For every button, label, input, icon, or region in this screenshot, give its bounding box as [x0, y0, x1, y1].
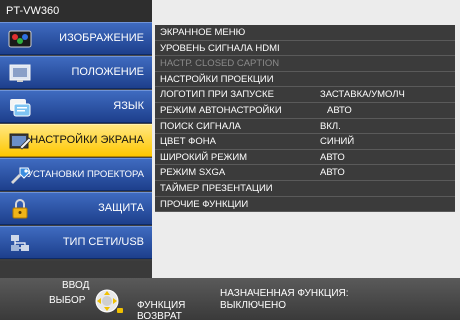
row-label: ПОИСК СИГНАЛА	[160, 120, 241, 132]
sidebar-item-display-settings[interactable]: НАСТРОЙКИ ЭКРАНА	[0, 124, 152, 157]
submenu-row-other-functions[interactable]: ПРОЧИЕ ФУНКЦИИ	[155, 197, 455, 213]
sidebar-item-label: УСТАНОВКИ ПРОЕКТОРА	[26, 169, 144, 180]
network-icon	[8, 232, 32, 254]
sidebar-item-network-usb[interactable]: ТИП СЕТИ/USB	[0, 226, 152, 259]
select-hint: ВЫБОР	[49, 295, 86, 306]
submenu-row-hdmi-signal-level[interactable]: УРОВЕНЬ СИГНАЛА HDMI	[155, 41, 455, 57]
row-value: ВКЛ.	[320, 120, 341, 132]
function-hint: ФУНКЦИЯ	[137, 300, 186, 311]
submenu-row-closed-caption: НАСТР. CLOSED CAPTION	[155, 56, 455, 72]
row-value: АВТО	[320, 151, 345, 163]
row-value: ЗАСТАВКА/УМОЛЧ	[320, 89, 405, 101]
sidebar-item-label: ТИП СЕТИ/USB	[62, 236, 144, 248]
submenu-row-sxga-mode[interactable]: РЕЖИМ SXGA АВТО	[155, 165, 455, 181]
row-label: НАСТР. CLOSED CAPTION	[160, 58, 280, 70]
submenu-row-startup-logo[interactable]: ЛОГОТИП ПРИ ЗАПУСКЕ ЗАСТАВКА/УМОЛЧ	[155, 87, 455, 103]
sidebar-spacer	[0, 261, 152, 278]
display-settings-submenu: ЭКРАННОЕ МЕНЮ УРОВЕНЬ СИГНАЛА HDMI НАСТР…	[155, 25, 455, 213]
row-label: ТАЙМЕР ПРЕЗЕНТАЦИИ	[160, 182, 273, 194]
sidebar-item-picture[interactable]: ИЗОБРАЖЕНИЕ	[0, 22, 152, 55]
projector-osd-screen: PT-VW360 ИЗОБРАЖЕНИЕ ПОЛОЖЕНИЕ ЯЗЫК НАСТ…	[0, 0, 460, 322]
sidebar-item-position[interactable]: ПОЛОЖЕНИЕ	[0, 56, 152, 89]
row-label: НАСТРОЙКИ ПРОЕКЦИИ	[160, 73, 274, 85]
navigation-pad-icon	[93, 287, 129, 317]
language-icon	[8, 96, 32, 118]
submenu-row-background-color[interactable]: ЦВЕТ ФОНА СИНИЙ	[155, 134, 455, 150]
model-name: PT-VW360	[0, 0, 152, 22]
submenu-row-onscreen-menu[interactable]: ЭКРАННОЕ МЕНЮ	[155, 25, 455, 41]
sidebar-item-language[interactable]: ЯЗЫК	[0, 90, 152, 123]
row-label: ЛОГОТИП ПРИ ЗАПУСКЕ	[160, 89, 274, 101]
assigned-function-value: ВЫКЛЮЧЕНО	[220, 300, 287, 311]
row-label: РЕЖИМ АВТОНАСТРОЙКИ	[160, 104, 282, 116]
row-value: АВТО	[320, 167, 345, 179]
submenu-row-signal-search[interactable]: ПОИСК СИГНАЛА ВКЛ.	[155, 119, 455, 135]
submenu-panel: ЭКРАННОЕ МЕНЮ УРОВЕНЬ СИГНАЛА HDMI НАСТР…	[152, 0, 460, 278]
row-value: АВТО	[327, 104, 352, 116]
submenu-row-presentation-timer[interactable]: ТАЙМЕР ПРЕЗЕНТАЦИИ	[155, 181, 455, 197]
sidebar-item-label: ПОЛОЖЕНИЕ	[71, 66, 144, 78]
picture-icon	[8, 28, 32, 50]
submenu-row-wide-mode[interactable]: ШИРОКИЙ РЕЖИМ АВТО	[155, 150, 455, 166]
submenu-row-projection-settings[interactable]: НАСТРОЙКИ ПРОЕКЦИИ	[155, 72, 455, 88]
row-label: РЕЖИМ SXGA	[160, 167, 226, 179]
lock-icon	[8, 198, 32, 220]
submenu-row-auto-setup-mode[interactable]: РЕЖИМ АВТОНАСТРОЙКИ АВТО	[155, 103, 455, 119]
row-label: ПРОЧИЕ ФУНКЦИИ	[160, 198, 249, 210]
sidebar-item-label: ЗАЩИТА	[98, 202, 144, 214]
enter-hint: ВВОД	[62, 280, 90, 291]
display-settings-icon	[8, 130, 32, 152]
button-guide-bar: ВВОД ВЫБОР ФУНКЦИЯ ВОЗВРАТ НАЗНАЧЕННАЯ Ф…	[0, 278, 460, 322]
sidebar-item-label: НАСТРОЙКИ ЭКРАНА	[30, 134, 144, 146]
sidebar-item-label: ЯЗЫК	[113, 100, 144, 112]
position-icon	[8, 62, 32, 84]
sidebar-item-projector-setup[interactable]: УСТАНОВКИ ПРОЕКТОРА	[0, 158, 152, 191]
assigned-function-label: НАЗНАЧЕННАЯ ФУНКЦИЯ:	[220, 288, 349, 299]
sidebar-item-security[interactable]: ЗАЩИТА	[0, 192, 152, 225]
row-label: ШИРОКИЙ РЕЖИМ	[160, 151, 248, 163]
main-menu-sidebar: PT-VW360 ИЗОБРАЖЕНИЕ ПОЛОЖЕНИЕ ЯЗЫК НАСТ…	[0, 0, 152, 278]
row-label: ЦВЕТ ФОНА	[160, 136, 216, 148]
row-label: ЭКРАННОЕ МЕНЮ	[160, 27, 246, 38]
row-value: СИНИЙ	[320, 136, 355, 148]
sidebar-item-label: ИЗОБРАЖЕНИЕ	[59, 32, 144, 44]
row-label: УРОВЕНЬ СИГНАЛА HDMI	[160, 42, 280, 54]
return-hint: ВОЗВРАТ	[137, 311, 182, 322]
